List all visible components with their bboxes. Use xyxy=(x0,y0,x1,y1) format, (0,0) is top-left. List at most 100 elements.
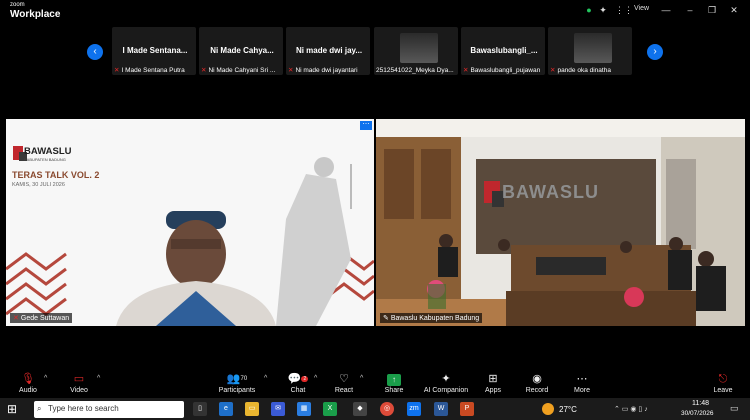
clock-time[interactable]: 11:48 xyxy=(692,400,709,407)
chat-badge: 2 xyxy=(301,376,309,382)
leave-button[interactable]: ⎋ Leave xyxy=(701,372,745,398)
chrome-icon[interactable]: ◎ xyxy=(380,402,394,416)
ai-companion-button[interactable]: ✦ AI Companion xyxy=(420,372,472,398)
gallery-next-button[interactable]: › xyxy=(647,44,663,60)
video-tile-room[interactable]: BAWASLU ✎ Bawaslu Kabupaten Badung xyxy=(376,119,745,326)
ai-companion-label: AI Companion xyxy=(423,387,469,394)
participant-label: I Made Sentana Putra xyxy=(121,67,185,74)
video-button[interactable]: ▭ Video xyxy=(57,372,101,398)
share-button[interactable]: ↑ Share xyxy=(372,372,416,398)
slide-title: TERAS TALK VOL. 2 xyxy=(12,170,100,180)
more-button[interactable]: ⋯ More xyxy=(560,372,604,398)
chat-label: Chat xyxy=(290,387,306,394)
apps-label: Apps xyxy=(485,387,501,394)
video-name-label: Gede Suttawan xyxy=(20,315,70,322)
mic-muted-icon: ✕ xyxy=(550,67,556,74)
video-off-icon: ▭ xyxy=(73,373,85,385)
participant-name: Ni Made Cahya... xyxy=(210,46,274,55)
record-label: Record xyxy=(525,387,549,394)
record-button[interactable]: ◉ Record xyxy=(515,372,559,398)
app-icon[interactable]: ◆ xyxy=(353,402,367,416)
participant-name: Ni made dwi jay... xyxy=(295,46,363,55)
more-icon: ⋯ xyxy=(576,373,588,385)
app-brand-top: zoom xyxy=(10,2,25,8)
participant-tile[interactable]: ✕ pande oka dinatha xyxy=(548,27,632,75)
slide-org: BAWASLU xyxy=(24,146,72,157)
leave-icon: ⎋ xyxy=(718,373,728,385)
react-label: React xyxy=(334,387,354,394)
clock-date[interactable]: 30/07/2026 xyxy=(681,410,714,417)
slide-date: KAMIS, 30 JULI 2026 xyxy=(12,182,65,188)
apps-button[interactable]: ⊞ Apps xyxy=(471,372,515,398)
leave-label: Leave xyxy=(713,387,733,394)
participants-label: Participants xyxy=(218,387,256,394)
participant-tile[interactable]: I Made Sentana... ✕ I Made Sentana Putra xyxy=(112,27,196,75)
video-label: Video xyxy=(70,387,88,394)
restore-window-icon[interactable]: ❐ xyxy=(706,4,718,16)
mic-muted-icon: ✕ xyxy=(201,67,207,74)
slide-sub: KABUPATEN BADUNG xyxy=(24,157,66,162)
search-placeholder: Type here to search xyxy=(48,404,119,413)
participant-label: pande oka dinatha xyxy=(557,67,611,74)
excel-icon[interactable]: X xyxy=(323,402,337,416)
participant-label: Ni made dwi jayantari xyxy=(295,67,358,74)
zoom-taskbar-icon[interactable]: zm xyxy=(407,402,421,416)
participant-video-thumbnail xyxy=(400,33,438,63)
taskbar-search-input[interactable]: ⌕ Type here to search xyxy=(34,401,184,418)
app-brand-main: Workplace xyxy=(10,9,61,20)
react-options-caret[interactable]: ^ xyxy=(360,375,363,382)
ai-sparkle-icon: ✦ xyxy=(441,373,451,385)
grid-icon[interactable]: ⋮⋮ xyxy=(615,4,633,16)
mic-muted-icon: ✕ xyxy=(463,67,469,74)
powerpoint-icon[interactable]: P xyxy=(460,402,474,416)
minimize-icon[interactable]: — xyxy=(660,4,672,16)
file-explorer-icon[interactable]: ▭ xyxy=(245,402,259,416)
video-options-caret[interactable]: ^ xyxy=(97,375,100,382)
more-label: More xyxy=(574,387,590,394)
participants-icon: 👥 xyxy=(226,373,241,385)
participant-tile[interactable]: Ni Made Cahya... ✕ Ni Made Cahyani Sri ..… xyxy=(199,27,283,75)
share-icon: ↑ xyxy=(387,374,401,386)
more-options-icon[interactable]: ⋯ xyxy=(360,121,372,130)
edge-icon[interactable]: e xyxy=(219,402,233,416)
mic-muted-icon: ✕ xyxy=(288,67,294,74)
participant-tile[interactable]: Ni made dwi jay... ✕ Ni made dwi jayantar… xyxy=(286,27,370,75)
record-icon: ◉ xyxy=(532,373,542,385)
participants-count: 70 xyxy=(240,376,248,382)
weather-icon[interactable] xyxy=(542,403,554,415)
view-button[interactable]: View xyxy=(634,5,649,12)
minimize-window-icon[interactable]: – xyxy=(684,4,696,16)
chat-options-caret[interactable]: ^ xyxy=(314,375,317,382)
participants-options-caret[interactable]: ^ xyxy=(264,375,267,382)
search-icon: ⌕ xyxy=(37,404,42,413)
close-window-icon[interactable]: ✕ xyxy=(728,4,740,16)
participant-name: Bawaslubangli_... xyxy=(470,46,538,55)
word-icon[interactable]: W xyxy=(434,402,448,416)
mic-muted-icon: ✕ xyxy=(114,67,120,74)
participant-label: 2512541022_Meyka Dya... xyxy=(376,67,454,74)
shield-check-icon[interactable]: ● xyxy=(583,4,595,16)
tray-icons[interactable]: ⌃ ▭ ◉ ▯ ♪ xyxy=(614,405,648,413)
ai-sparkle-icon[interactable]: ✦ xyxy=(597,4,609,16)
pin-icon: ✎ xyxy=(383,315,391,322)
mic-muted-icon: ✕ xyxy=(13,315,19,322)
notification-icon[interactable]: ▭ xyxy=(730,403,739,414)
store-icon[interactable]: ▦ xyxy=(297,402,311,416)
apps-icon: ⊞ xyxy=(488,373,498,385)
participant-video-thumbnail xyxy=(574,33,612,63)
participant-tile[interactable]: Bawaslubangli_... ✕ Bawaslubangli_pujawan xyxy=(461,27,545,75)
wall-sign: BAWASLU xyxy=(502,182,599,202)
audio-options-caret[interactable]: ^ xyxy=(44,375,47,382)
share-label: Share xyxy=(384,387,404,394)
weather-temperature[interactable]: 27°C xyxy=(559,405,577,414)
audio-label: Audio xyxy=(19,387,37,394)
gallery-prev-button[interactable]: ‹ xyxy=(87,44,103,60)
mail-icon[interactable]: ✉ xyxy=(271,402,285,416)
task-view-icon[interactable]: ▯ xyxy=(193,402,207,416)
windows-start-icon[interactable]: ⊞ xyxy=(7,402,21,416)
participants-button[interactable]: 👥70 Participants xyxy=(215,372,259,398)
participant-tile[interactable]: 2512541022_Meyka Dya... xyxy=(374,27,458,75)
participant-label: Bawaslubangli_pujawan xyxy=(470,67,541,74)
chat-icon: 💬 xyxy=(287,373,302,385)
video-tile-speaker[interactable]: BAWASLU KABUPATEN BADUNG TERAS TALK VOL.… xyxy=(6,119,374,326)
